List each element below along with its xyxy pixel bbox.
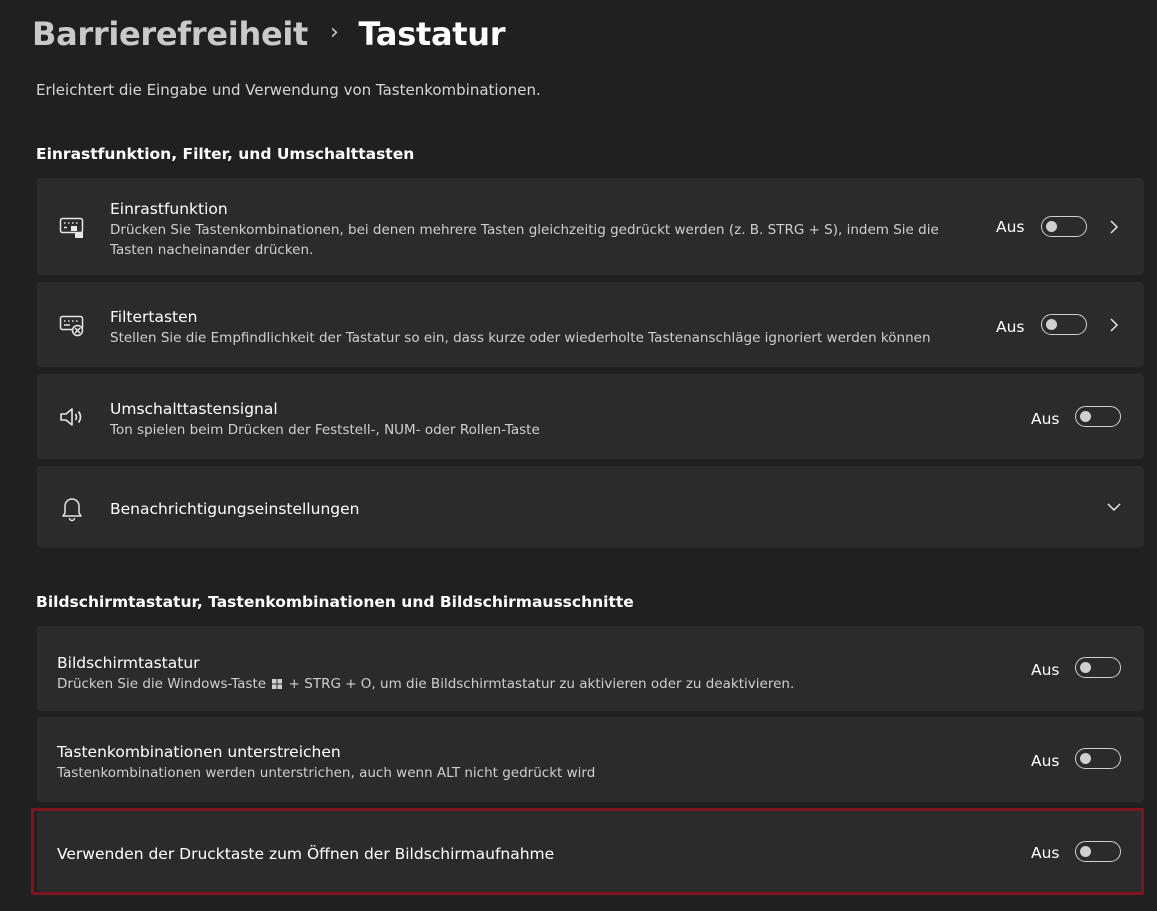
- setting-card-print-screen-snipping[interactable]: Verwenden der Drucktaste zum Öffnen der …: [37, 811, 1144, 892]
- setting-card-filter-keys[interactable]: Filtertasten Stellen Sie die Empfindlich…: [37, 282, 1144, 367]
- setting-description-line-2: Tasten nacheinander drücken.: [110, 242, 314, 258]
- setting-description-part-1: Drücken Sie die Windows-Taste: [57, 676, 267, 692]
- windows-logo-icon: [272, 675, 283, 689]
- onscreen-keyboard-toggle[interactable]: [1075, 657, 1121, 678]
- print-screen-snipping-toggle[interactable]: [1075, 841, 1121, 862]
- setting-card-onscreen-keyboard[interactable]: Bildschirmtastatur Drücken Sie die Windo…: [37, 626, 1144, 711]
- setting-text: Bildschirmtastatur Drücken Sie die Windo…: [57, 653, 794, 694]
- setting-text: Filtertasten Stellen Sie die Empfindlich…: [110, 307, 931, 348]
- toggle-state-label: Aus: [996, 218, 1025, 236]
- setting-text: Einrastfunktion Drücken Sie Tastenkombin…: [110, 199, 939, 260]
- toggle-state-label: Aus: [1031, 410, 1060, 428]
- setting-title: Umschalttastensignal: [110, 400, 278, 418]
- toggle-state-label: Aus: [1031, 752, 1060, 770]
- chevron-right-icon[interactable]: [1106, 219, 1122, 235]
- toggle-state-label: Aus: [1031, 844, 1060, 862]
- page-description: Erleichtert die Eingabe und Verwendung v…: [36, 81, 541, 99]
- breadcrumb-separator: ›: [330, 19, 339, 45]
- setting-card-notification-settings[interactable]: Benachrichtigungseinstellungen: [37, 466, 1144, 548]
- setting-description: Drücken Sie die Windows-Taste + STRG + O…: [57, 674, 794, 694]
- setting-title: Bildschirmtastatur: [57, 654, 200, 672]
- setting-text: Verwenden der Drucktaste zum Öffnen der …: [57, 844, 554, 864]
- breadcrumb-parent-link[interactable]: Barrierefreiheit: [32, 15, 308, 53]
- sticky-keys-toggle[interactable]: [1041, 216, 1087, 237]
- setting-text: Tastenkombinationen unterstreichen Taste…: [57, 742, 595, 783]
- setting-description: Ton spielen beim Drücken der Feststell-,…: [110, 422, 540, 438]
- setting-description: Stellen Sie die Empfindlichkeit der Tast…: [110, 330, 931, 346]
- setting-title: Verwenden der Drucktaste zum Öffnen der …: [57, 845, 555, 863]
- bell-icon: [57, 493, 87, 523]
- speaker-icon: [57, 402, 87, 432]
- toggle-state-label: Aus: [1031, 661, 1060, 679]
- sticky-keys-icon: [57, 212, 87, 242]
- toggle-keys-toggle[interactable]: [1075, 406, 1121, 427]
- page-title: Tastatur: [358, 15, 506, 53]
- setting-title: Filtertasten: [110, 308, 198, 326]
- setting-description-part-2: + STRG + O, um die Bildschirmtastatur zu…: [288, 676, 795, 692]
- breadcrumb: Barrierefreiheit › Tastatur: [32, 10, 506, 58]
- settings-page: Barrierefreiheit › Tastatur Erleichtert …: [0, 0, 1157, 911]
- chevron-right-icon[interactable]: [1106, 317, 1122, 333]
- setting-card-sticky-keys[interactable]: Einrastfunktion Drücken Sie Tastenkombin…: [37, 178, 1144, 275]
- setting-description-line-1: Drücken Sie Tastenkombinationen, bei den…: [110, 222, 939, 238]
- setting-card-toggle-keys[interactable]: Umschalttastensignal Ton spielen beim Dr…: [37, 374, 1144, 459]
- setting-text: Umschalttastensignal Ton spielen beim Dr…: [110, 399, 540, 440]
- chevron-down-icon[interactable]: [1106, 499, 1122, 515]
- setting-description: Tastenkombinationen werden unterstrichen…: [57, 765, 596, 781]
- setting-description: Drücken Sie Tastenkombinationen, bei den…: [110, 220, 939, 260]
- setting-title: Benachrichtigungseinstellungen: [110, 500, 360, 518]
- setting-card-underline-access-keys[interactable]: Tastenkombinationen unterstreichen Taste…: [37, 717, 1144, 802]
- underline-access-keys-toggle[interactable]: [1075, 748, 1121, 769]
- setting-title: Tastenkombinationen unterstreichen: [57, 743, 341, 761]
- section-title-sticky-filter-toggle: Einrastfunktion, Filter, und Umschalttas…: [36, 145, 415, 163]
- toggle-state-label: Aus: [996, 318, 1025, 336]
- setting-title: Einrastfunktion: [110, 200, 228, 218]
- filter-keys-icon: [57, 310, 87, 340]
- filter-keys-toggle[interactable]: [1041, 314, 1087, 335]
- setting-text: Benachrichtigungseinstellungen: [110, 499, 359, 519]
- section-title-onscreen-keyboard-shortcuts: Bildschirmtastatur, Tastenkombinationen …: [36, 593, 634, 611]
